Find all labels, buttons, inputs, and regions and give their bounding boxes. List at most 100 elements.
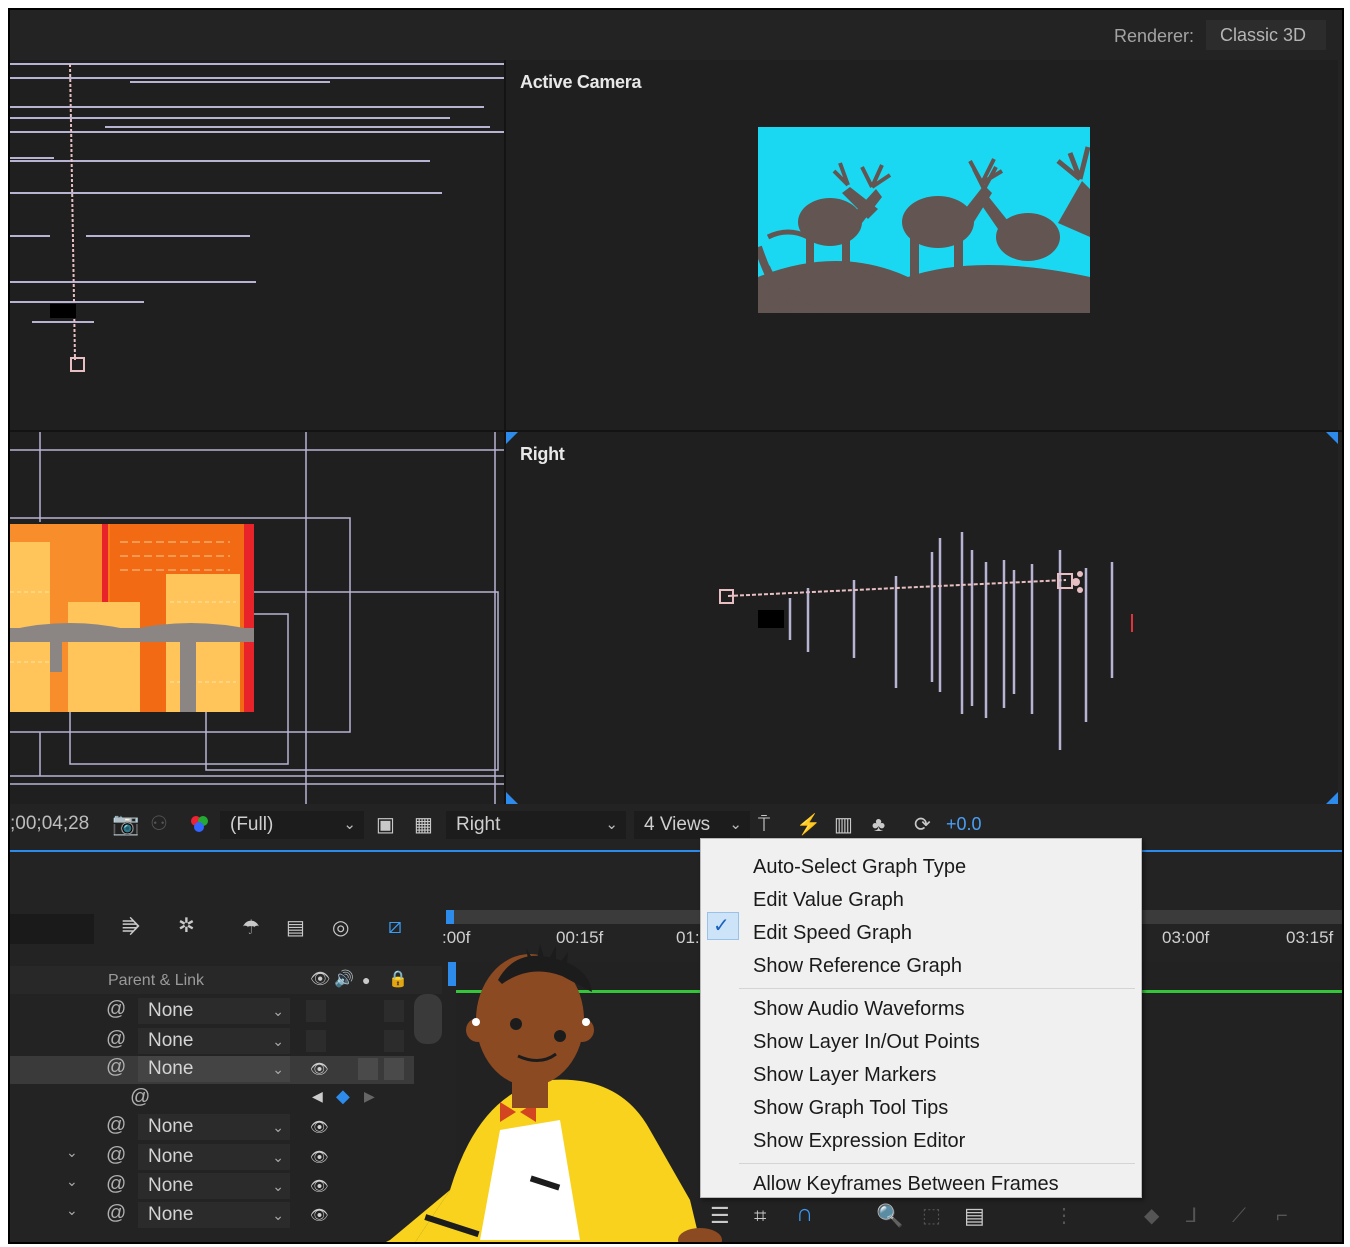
parent-dropdown[interactable]: None ⌄ <box>138 1056 290 1082</box>
parent-value: None <box>148 1030 194 1051</box>
chevron-down-icon[interactable]: ⌄ <box>66 1173 78 1190</box>
parent-value: None <box>148 1175 194 1196</box>
chevron-down-icon: ⌄ <box>605 816 618 833</box>
eye-icon[interactable]: 👁 <box>310 1060 329 1078</box>
menu-item-edit-speed-graph[interactable]: Edit Speed Graph <box>753 918 912 948</box>
video-visibility-icon[interactable]: 👁 <box>310 970 330 990</box>
viewer-bottom-left[interactable] <box>10 432 504 804</box>
menu-item-allow-keyframes-between-frames[interactable]: Allow Keyframes Between Frames <box>753 1169 1059 1199</box>
show-snapshot-icon[interactable]: ⚇ <box>150 814 168 834</box>
chevron-down-icon: ⌄ <box>272 1033 284 1049</box>
timecode[interactable]: ;00;04;28 <box>10 805 89 845</box>
reset-exposure-icon[interactable]: ⟳ <box>914 815 931 835</box>
corner-marker-icon <box>506 432 518 444</box>
pick-whip-icon[interactable]: @ <box>106 998 126 1021</box>
menu-item-show-expression-editor[interactable]: Show Expression Editor <box>753 1126 965 1156</box>
resolution-value: (Full) <box>230 814 274 835</box>
transparency-grid-icon[interactable]: ▦ <box>414 815 433 835</box>
view-layout-value: 4 Views <box>644 814 711 835</box>
timeline-icon[interactable]: ▥ <box>834 815 853 835</box>
parent-dropdown[interactable]: None ⌄ <box>138 1114 290 1140</box>
parent-value: None <box>148 1146 194 1167</box>
work-area-start-handle[interactable] <box>446 910 454 924</box>
motion-blur-icon[interactable]: ◎ <box>332 918 349 938</box>
view-divider <box>10 430 1342 432</box>
comp-mini-flowchart-icon[interactable]: ⭆ <box>122 918 140 938</box>
menu-item-auto-select-graph-type[interactable]: Auto-Select Graph Type <box>753 852 966 882</box>
wireframe-top <box>10 63 504 372</box>
prev-keyframe-icon[interactable]: ◀ <box>312 1088 323 1105</box>
edit-keyframe-icon[interactable]: ◆ <box>1144 1206 1159 1226</box>
fit-all-icon[interactable]: ▤ <box>964 1205 985 1227</box>
menu-item-show-layer-markers[interactable]: Show Layer Markers <box>753 1060 936 1090</box>
toggle-pixel-aspect-icon[interactable]: ⍑ <box>758 815 770 835</box>
parent-dropdown[interactable]: None ⌄ <box>138 998 290 1024</box>
chevron-down-icon[interactable]: ⌄ <box>66 1144 78 1161</box>
viewer-toolbar: ;00;04;28 📷 ⚇ (Full) ⌄ ▣ ▦ Right ⌄ 4 Views… <box>10 805 1342 845</box>
resolution-dropdown[interactable]: (Full) ⌄ <box>220 811 364 839</box>
chevron-down-icon: ⌄ <box>272 1207 284 1223</box>
pick-whip-icon[interactable]: @ <box>106 1144 126 1167</box>
deer-artwork <box>758 127 1090 313</box>
linear-icon[interactable]: ⟋ <box>1232 1206 1246 1226</box>
fit-selection-icon[interactable]: ⬚ <box>922 1206 941 1226</box>
camera-snapshot-icon[interactable]: 📷 <box>112 813 139 835</box>
eye-icon[interactable]: 👁 <box>310 1206 329 1224</box>
menu-item-show-reference-graph[interactable]: Show Reference Graph <box>753 951 962 981</box>
menu-item-edit-value-graph[interactable]: Edit Value Graph <box>753 885 904 915</box>
pick-whip-icon[interactable]: @ <box>106 1028 126 1051</box>
menu-separator <box>739 988 1135 989</box>
transform-box-icon[interactable]: ⌗ <box>754 1205 766 1227</box>
auto-zoom-icon[interactable]: 🔍 <box>876 1205 903 1227</box>
parent-value: None <box>148 1000 194 1021</box>
parent-value: None <box>148 1058 194 1079</box>
channels-icon[interactable] <box>188 813 210 839</box>
graph-options-menu: ✓ Auto-Select Graph Type Edit Value Grap… <box>700 838 1142 1198</box>
menu-item-show-graph-tool-tips[interactable]: Show Graph Tool Tips <box>753 1093 948 1123</box>
region-of-interest-icon[interactable]: ▣ <box>376 815 395 835</box>
pick-whip-icon[interactable]: @ <box>106 1202 126 1225</box>
switch-box[interactable] <box>306 1000 326 1022</box>
menu-separator <box>739 1163 1135 1164</box>
viewer-active-camera[interactable]: Active Camera <box>506 60 1338 430</box>
snapping-icon[interactable]: ∩ <box>796 1202 813 1226</box>
renderer-dropdown[interactable]: Classic 3D <box>1206 20 1326 50</box>
viewer-right[interactable]: Right <box>506 432 1338 804</box>
layer-search-field[interactable] <box>10 914 94 944</box>
eye-icon[interactable]: 👁 <box>310 1148 329 1166</box>
corner-marker-icon <box>506 792 518 804</box>
view-layout-dropdown[interactable]: 4 Views ⌄ <box>634 811 750 839</box>
viewer-top-left[interactable] <box>10 60 504 430</box>
switch-box[interactable] <box>306 1030 326 1052</box>
parent-value: None <box>148 1116 194 1137</box>
parent-value: None <box>148 1204 194 1225</box>
hold-icon[interactable]: ⅃ <box>1186 1206 1197 1226</box>
parent-dropdown[interactable]: None ⌄ <box>138 1202 290 1228</box>
pick-whip-icon[interactable]: @ <box>130 1086 150 1109</box>
parent-dropdown[interactable]: None ⌄ <box>138 1173 290 1199</box>
frame-blending-icon[interactable]: ▤ <box>286 918 305 938</box>
auto-bezier-icon[interactable]: ⌐ <box>1276 1206 1288 1226</box>
fast-previews-icon[interactable]: ⚡ <box>796 815 821 835</box>
graph-editor-icon[interactable]: ⧄ <box>388 915 402 937</box>
eye-icon[interactable]: 👁 <box>310 1177 329 1195</box>
pick-whip-icon[interactable]: @ <box>106 1056 126 1079</box>
draft-3d-icon[interactable]: ✲ <box>178 916 195 936</box>
eye-icon[interactable]: 👁 <box>310 1118 329 1136</box>
chevron-down-icon: ⌄ <box>272 1178 284 1194</box>
parent-link-header: Parent & Link <box>108 972 205 989</box>
pick-whip-icon[interactable]: @ <box>106 1173 126 1196</box>
menu-item-show-layer-in-out-points[interactable]: Show Layer In/Out Points <box>753 1027 980 1057</box>
parent-dropdown[interactable]: None ⌄ <box>138 1144 290 1170</box>
chevron-down-icon[interactable]: ⌄ <box>66 1202 78 1219</box>
flowchart-icon[interactable]: ♣ <box>872 815 885 835</box>
chevron-down-icon: ⌄ <box>272 1061 284 1077</box>
pick-whip-icon[interactable]: @ <box>106 1114 126 1137</box>
menu-item-show-audio-waveforms[interactable]: Show Audio Waveforms <box>753 994 965 1024</box>
view-label-active-camera: Active Camera <box>520 72 642 92</box>
shy-layers-icon[interactable]: ☂ <box>242 918 260 938</box>
view-dropdown[interactable]: Right ⌄ <box>446 811 626 839</box>
separate-dimensions-icon[interactable]: ⋮ <box>1054 1206 1074 1226</box>
parent-dropdown[interactable]: None ⌄ <box>138 1028 290 1054</box>
cartoon-presenter <box>386 944 722 1242</box>
